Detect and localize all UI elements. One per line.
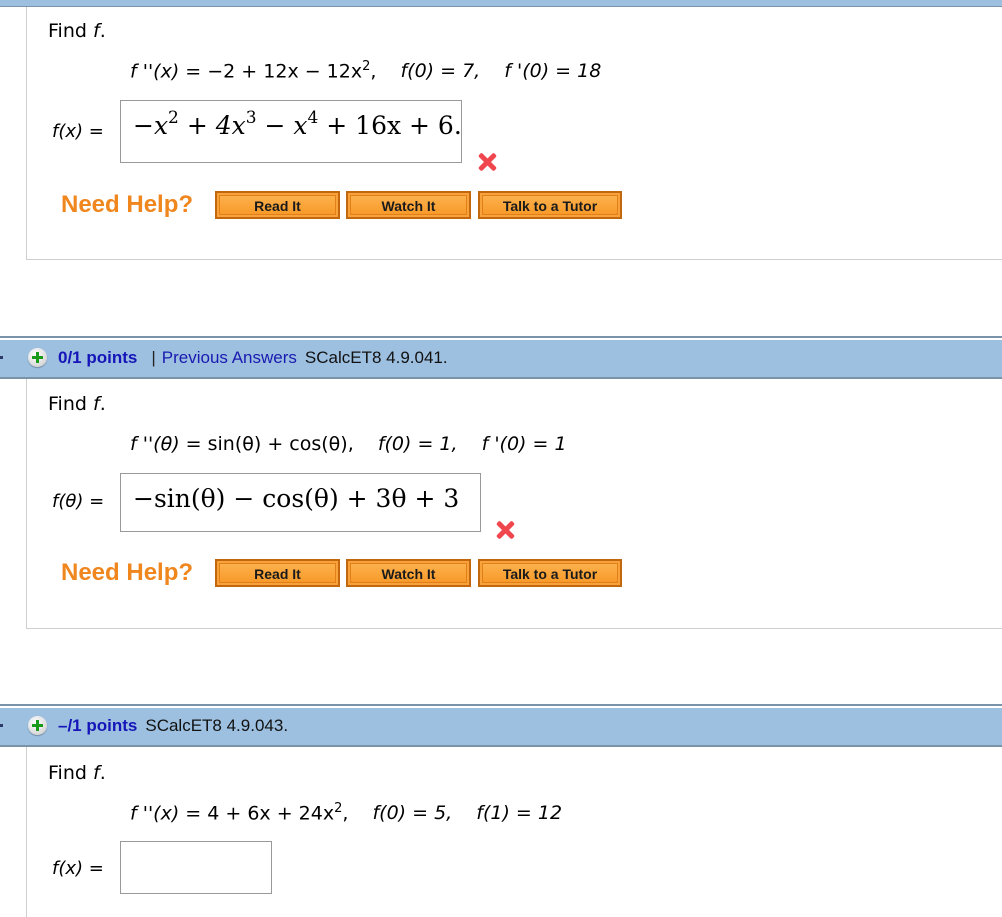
fpp: f ''(x) bbox=[130, 60, 180, 83]
given-equation: f ''(x) = −2 + 12x − 12x2, f(0) = 7, f '… bbox=[130, 59, 602, 83]
initial-condition-2: f(1) = 12 bbox=[476, 802, 563, 825]
answer-term: + 4x bbox=[178, 111, 246, 140]
read-it-label: Read It bbox=[219, 195, 336, 215]
talk-to-tutor-label: Talk to a Tutor bbox=[482, 563, 618, 583]
find-instruction: Find f. bbox=[48, 762, 106, 784]
find-var: f bbox=[92, 20, 100, 42]
initial-condition-1: f(0) = 1, bbox=[377, 433, 458, 455]
find-text: Find bbox=[48, 20, 87, 42]
answer-input[interactable]: −x2 + 4x3 − x4 + 16x + 6. bbox=[120, 100, 462, 163]
need-help-label: Need Help? bbox=[61, 559, 194, 586]
fpp-rhs: = sin(θ) + cos(θ), bbox=[185, 433, 354, 455]
answer-term: −x bbox=[133, 111, 169, 140]
watch-it-button[interactable]: Watch It bbox=[346, 191, 471, 219]
talk-to-tutor-button[interactable]: Talk to a Tutor bbox=[478, 559, 622, 587]
question-number-marker bbox=[0, 356, 3, 359]
watch-it-label: Watch It bbox=[350, 195, 467, 215]
talk-to-tutor-label: Talk to a Tutor bbox=[482, 195, 618, 215]
find-text: Find bbox=[48, 762, 87, 784]
given-equation: f ''(x) = 4 + 6x + 24x2, f(0) = 5, f(1) … bbox=[130, 801, 563, 825]
fpp-rhs: = −2 + 12x − 12x bbox=[185, 60, 363, 83]
fpp: f ''(θ) bbox=[130, 433, 180, 455]
question-header-2: 0/1 points | Previous Answers SCalcET8 4.9.… bbox=[0, 336, 1002, 379]
question-code: SCalcET8 4.9.041. bbox=[304, 348, 448, 367]
previous-answers-link[interactable]: Previous Answers bbox=[162, 348, 297, 367]
incorrect-x-icon bbox=[494, 519, 516, 541]
need-help-label: Need Help? bbox=[61, 191, 194, 218]
question-code: SCalcET8 4.9.043. bbox=[145, 716, 289, 735]
find-text: Find bbox=[48, 393, 87, 415]
find-var: f bbox=[92, 393, 100, 415]
expand-plus-icon[interactable] bbox=[28, 348, 47, 367]
read-it-button[interactable]: Read It bbox=[215, 191, 340, 219]
watch-it-button[interactable]: Watch It bbox=[346, 559, 471, 587]
given-equation: f ''(θ) = sin(θ) + cos(θ), f(0) = 1, f '… bbox=[130, 433, 567, 455]
fpp-rhs: = 4 + 6x + 24x bbox=[185, 802, 335, 825]
talk-to-tutor-button[interactable]: Talk to a Tutor bbox=[478, 191, 622, 219]
initial-condition-1: f(0) = 7, bbox=[400, 60, 481, 83]
question-header-3: –/1 points SCalcET8 4.9.043. bbox=[0, 704, 1002, 747]
expand-plus-icon[interactable] bbox=[28, 716, 47, 735]
watch-it-label: Watch It bbox=[350, 563, 467, 583]
points-label: –/1 points bbox=[58, 716, 138, 735]
read-it-label: Read It bbox=[219, 563, 336, 583]
answer-term: + 16x + 6. bbox=[318, 111, 462, 140]
separator: | bbox=[151, 348, 156, 367]
find-instruction: Find f. bbox=[48, 393, 106, 415]
find-instruction: Find f. bbox=[48, 20, 106, 42]
initial-condition-2: f '(0) = 1 bbox=[481, 433, 567, 455]
incorrect-x-icon bbox=[476, 151, 498, 173]
answer-value: −sin(θ) − cos(θ) + 3θ + 3 bbox=[133, 484, 460, 513]
previous-question-header-edge bbox=[0, 0, 1002, 7]
initial-condition-1: f(0) = 5, bbox=[372, 802, 453, 825]
answer-exp: 3 bbox=[245, 107, 257, 128]
points-label: 0/1 points bbox=[58, 348, 138, 367]
answer-label: f(θ) = bbox=[52, 491, 105, 512]
answer-exp: 2 bbox=[168, 107, 179, 128]
fpp-exp: 2 bbox=[334, 801, 343, 816]
question-number-marker bbox=[0, 724, 3, 727]
fpp: f ''(x) bbox=[130, 802, 180, 825]
answer-exp: 4 bbox=[307, 107, 319, 128]
fpp-exp: 2 bbox=[362, 59, 371, 74]
initial-condition-2: f '(0) = 18 bbox=[504, 60, 602, 83]
answer-term: − x bbox=[256, 111, 308, 140]
answer-label: f(x) = bbox=[52, 121, 104, 142]
answer-label: f(x) = bbox=[52, 858, 104, 879]
read-it-button[interactable]: Read It bbox=[215, 559, 340, 587]
find-var: f bbox=[92, 762, 100, 784]
answer-input[interactable] bbox=[120, 841, 272, 894]
answer-input[interactable]: −sin(θ) − cos(θ) + 3θ + 3 bbox=[120, 473, 481, 532]
